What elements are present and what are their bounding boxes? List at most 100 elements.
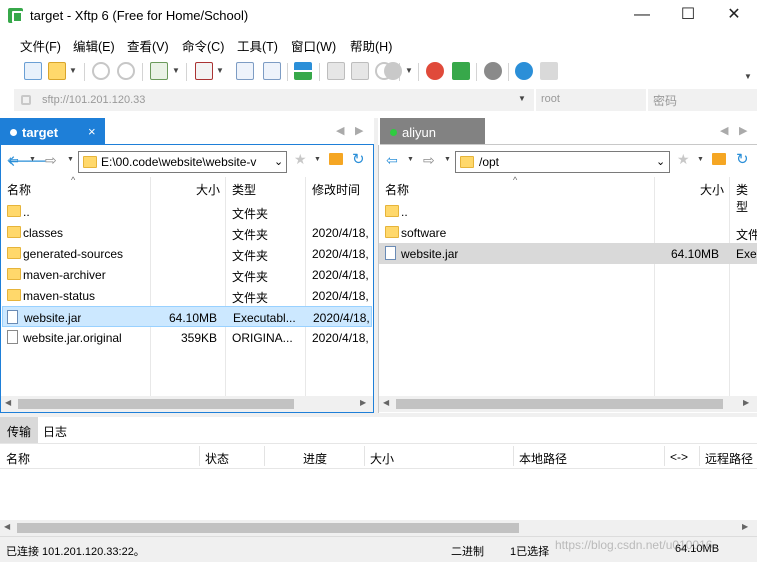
menu-edit[interactable]: 编辑(E)	[73, 36, 115, 55]
col-name[interactable]: 名称	[385, 181, 409, 198]
scroll-right-icon[interactable]: ▶	[360, 398, 366, 407]
pane-splitter[interactable]	[374, 118, 378, 413]
new-file-icon[interactable]	[150, 62, 168, 80]
parent-folder-icon[interactable]	[329, 153, 343, 165]
back-dropdown-icon[interactable]: ▼	[407, 156, 414, 163]
terminal-dropdown-icon[interactable]: ▼	[216, 66, 224, 75]
maximize-button[interactable]: ☐	[665, 0, 711, 31]
list-item[interactable]: website.jar.original 359KB ORIGINA... 20…	[1, 327, 373, 348]
open-dropdown-icon[interactable]: ▼	[69, 66, 77, 75]
refresh-icon[interactable]: ↻	[352, 150, 365, 168]
back-dropdown-icon[interactable]: ▼	[29, 156, 36, 163]
back-icon[interactable]: ⇦	[7, 152, 19, 169]
forward-icon[interactable]: ⇨	[45, 152, 57, 169]
view-icon[interactable]	[236, 62, 254, 80]
favorite-star-icon[interactable]: ★	[677, 151, 690, 168]
list-item[interactable]: classes 文件夹 2020/4/18,	[1, 222, 373, 243]
menu-file[interactable]: 文件(F)	[20, 36, 61, 55]
col-status[interactable]: 状态	[205, 450, 229, 467]
list-item[interactable]: generated-sources 文件夹 2020/4/18,	[1, 243, 373, 264]
tab-scroll-right-icon[interactable]: ▶	[739, 124, 747, 137]
scroll-thumb[interactable]	[18, 399, 294, 409]
scroll-left-icon[interactable]: ◀	[4, 522, 10, 531]
stop-icon[interactable]	[384, 62, 402, 80]
tab-scroll-left-icon[interactable]: ◀	[720, 124, 728, 137]
scroll-right-icon[interactable]: ▶	[742, 522, 748, 531]
list-item[interactable]: maven-status 文件夹 2020/4/18,	[1, 285, 373, 306]
col-progress[interactable]: 进度	[303, 450, 327, 467]
new-session-icon[interactable]	[24, 62, 42, 80]
favorite-dropdown-icon[interactable]: ▼	[314, 156, 321, 163]
refresh-icon[interactable]: ↻	[736, 150, 749, 168]
forward-icon[interactable]: ⇨	[423, 152, 435, 169]
horizontal-scrollbar[interactable]: ◀ ▶	[379, 396, 757, 412]
scroll-thumb[interactable]	[17, 523, 519, 533]
col-name[interactable]: 名称	[7, 181, 31, 198]
col-size[interactable]: 大小	[700, 181, 724, 198]
host-field[interactable]: sftp://101.201.120.33 ▼	[14, 89, 534, 111]
tab-aliyun[interactable]: aliyun	[380, 118, 485, 145]
forward-dropdown-icon[interactable]: ▼	[67, 156, 74, 163]
remote-path-input[interactable]: /opt ⌄	[455, 151, 670, 173]
host-dropdown-icon[interactable]: ▼	[518, 94, 526, 103]
tab-close-icon[interactable]: ×	[88, 124, 96, 139]
chat-icon[interactable]	[540, 62, 558, 80]
scroll-left-icon[interactable]: ◀	[5, 398, 11, 407]
tab-log[interactable]: 日志	[36, 417, 74, 443]
xftp-icon[interactable]	[452, 62, 470, 80]
list-item[interactable]: ..	[379, 201, 757, 222]
col-name[interactable]: 名称	[6, 450, 30, 467]
transfer-horizontal-scrollbar[interactable]: ◀ ▶	[0, 520, 757, 536]
list-item[interactable]: software 文件	[379, 222, 757, 243]
parent-folder-icon[interactable]	[712, 153, 726, 165]
edit-icon[interactable]	[263, 62, 281, 80]
connect-icon[interactable]	[92, 62, 110, 80]
terminal-icon[interactable]	[195, 62, 213, 80]
col-modified[interactable]: 修改时间	[312, 181, 360, 198]
forward-dropdown-icon[interactable]: ▼	[444, 156, 451, 163]
scroll-left-icon[interactable]: ◀	[383, 398, 389, 407]
disconnect-icon[interactable]	[117, 62, 135, 80]
scroll-right-icon[interactable]: ▶	[743, 398, 749, 407]
menu-tools[interactable]: 工具(T)	[237, 36, 278, 55]
col-remote-path[interactable]: 远程路径	[705, 450, 753, 467]
menu-window[interactable]: 窗口(W)	[291, 36, 336, 55]
favorite-star-icon[interactable]: ★	[294, 151, 307, 168]
close-window-button[interactable]: ✕	[711, 0, 757, 31]
col-size[interactable]: 大小	[196, 181, 220, 198]
stop-dropdown-icon[interactable]: ▼	[405, 66, 413, 75]
col-size[interactable]: 大小	[370, 450, 394, 467]
menu-command[interactable]: 命令(C)	[182, 36, 224, 55]
col-local-path[interactable]: 本地路径	[519, 450, 567, 467]
paste-icon[interactable]	[351, 62, 369, 80]
menu-help[interactable]: 帮助(H)	[350, 36, 392, 55]
favorite-dropdown-icon[interactable]: ▼	[697, 156, 704, 163]
toolbar-overflow-icon[interactable]: ▼	[744, 72, 752, 81]
local-path-input[interactable]: E:\00.code\website\website-v ⌄	[78, 151, 287, 173]
copy-icon[interactable]	[327, 62, 345, 80]
horizontal-scrollbar[interactable]: ◀ ▶	[1, 396, 373, 412]
minimize-button[interactable]: —	[619, 0, 665, 31]
help-icon[interactable]	[515, 62, 533, 80]
scroll-thumb[interactable]	[396, 399, 723, 409]
new-dropdown-icon[interactable]: ▼	[172, 66, 180, 75]
col-direction[interactable]: <->	[670, 450, 688, 464]
gear-icon[interactable]	[484, 62, 502, 80]
path-dropdown-icon[interactable]: ⌄	[656, 155, 665, 168]
list-item[interactable]: .. 文件夹	[1, 201, 373, 222]
xshell-icon[interactable]	[426, 62, 444, 80]
tab-transfer[interactable]: 传输	[0, 417, 39, 443]
transfer-mode[interactable]: 二进制	[451, 543, 484, 559]
host-input[interactable]: sftp://101.201.120.33	[42, 94, 145, 106]
tab-scroll-left-icon[interactable]: ◀	[336, 124, 344, 137]
back-icon[interactable]: ⇦	[386, 152, 398, 169]
list-item-selected[interactable]: website.jar 64.10MB Exe	[379, 243, 757, 264]
tab-target[interactable]: target ×	[0, 118, 105, 145]
sync-transfer-icon[interactable]	[294, 62, 312, 80]
open-folder-icon[interactable]	[48, 62, 66, 80]
password-input[interactable]: 密码	[648, 89, 757, 111]
col-type[interactable]: 类型	[232, 181, 256, 198]
list-item[interactable]: maven-archiver 文件夹 2020/4/18,	[1, 264, 373, 285]
menu-view[interactable]: 查看(V)	[127, 36, 169, 55]
list-item-selected[interactable]: website.jar 64.10MB Executabl... 2020/4/…	[2, 306, 372, 327]
